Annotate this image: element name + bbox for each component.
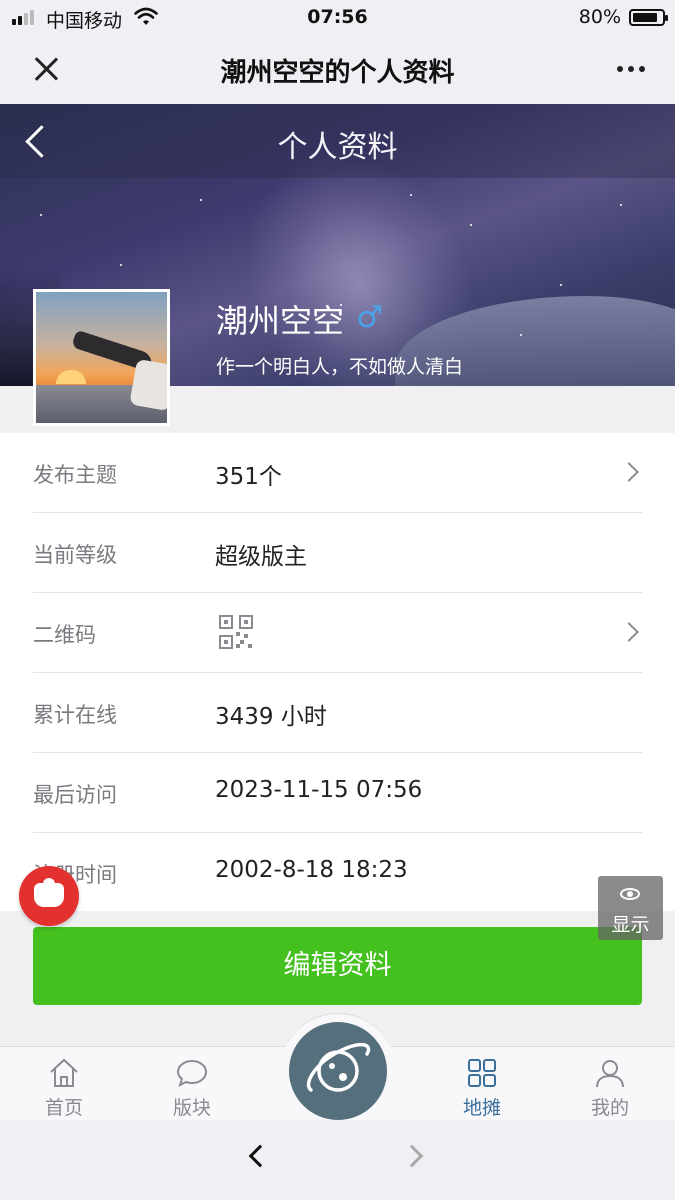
row-label: 二维码 bbox=[33, 623, 96, 647]
clock: 07:56 bbox=[307, 6, 368, 28]
profile-info-list: 发布主题 351个 当前等级 超级版主 二维码 累计在线 3439 小时 最后访… bbox=[0, 433, 675, 911]
planet-icon bbox=[306, 1042, 371, 1092]
chevron-right-icon bbox=[619, 622, 639, 642]
row-value: 超级版主 bbox=[215, 544, 307, 570]
row-value: 2002-8-18 18:23 bbox=[215, 857, 408, 883]
browser-forward-icon[interactable] bbox=[400, 1144, 424, 1168]
browser-back-icon[interactable] bbox=[248, 1144, 272, 1168]
wechat-nav-bar: 潮州空空的个人资料 bbox=[0, 36, 675, 104]
row-value: 3439 小时 bbox=[215, 704, 327, 730]
floating-shirt-button[interactable] bbox=[19, 866, 79, 926]
profile-signature: 作一个明白人，不如做人清白 bbox=[216, 356, 464, 378]
tab-market[interactable]: 地摊 bbox=[434, 1047, 530, 1121]
tab-mine[interactable]: 我的 bbox=[562, 1047, 658, 1121]
chat-bubble-icon bbox=[176, 1059, 208, 1087]
tab-label: 首页 bbox=[44, 1097, 83, 1119]
inner-header-title: 个人资料 bbox=[277, 130, 398, 165]
browser-toolbar bbox=[0, 1120, 675, 1200]
row-label: 当前等级 bbox=[33, 543, 117, 567]
row-value: 2023-11-15 07:56 bbox=[215, 777, 423, 803]
grid-icon bbox=[468, 1059, 496, 1087]
info-row-topics[interactable]: 发布主题 351个 bbox=[33, 433, 642, 513]
qr-code-icon bbox=[219, 615, 253, 649]
info-row-last-visit: 最后访问 2023-11-15 07:56 bbox=[33, 753, 642, 833]
tab-discover-button[interactable] bbox=[289, 1022, 387, 1120]
page-title: 潮州空空的个人资料 bbox=[220, 58, 455, 88]
info-row-qrcode[interactable]: 二维码 bbox=[33, 593, 642, 673]
info-row-register: 注册时间 2002-8-18 18:23 bbox=[33, 833, 642, 913]
show-button[interactable]: 显示 bbox=[598, 876, 663, 940]
tab-label: 地摊 bbox=[462, 1097, 501, 1119]
battery-percent: 80% bbox=[578, 6, 621, 28]
home-icon bbox=[50, 1058, 78, 1087]
tab-forums[interactable]: 版块 bbox=[144, 1047, 240, 1121]
tab-label: 我的 bbox=[590, 1097, 629, 1119]
battery-icon bbox=[629, 9, 668, 26]
male-gender-icon: ♂ bbox=[356, 300, 383, 335]
status-bar: 中国移动 07:56 80% bbox=[0, 0, 675, 36]
profile-name: 潮州空空 bbox=[216, 302, 345, 340]
row-label: 累计在线 bbox=[33, 703, 117, 727]
show-button-label: 显示 bbox=[611, 914, 650, 936]
eye-icon bbox=[620, 888, 640, 900]
tab-home[interactable]: 首页 bbox=[16, 1047, 112, 1121]
row-label: 最后访问 bbox=[33, 783, 117, 807]
tab-label: 版块 bbox=[172, 1097, 211, 1119]
edit-profile-button[interactable]: 编辑资料 bbox=[33, 927, 642, 1005]
chevron-right-icon bbox=[619, 462, 639, 482]
avatar[interactable] bbox=[33, 289, 170, 426]
row-value: 351个 bbox=[215, 464, 282, 490]
row-label: 发布主题 bbox=[33, 463, 117, 487]
info-row-online: 累计在线 3439 小时 bbox=[33, 673, 642, 753]
more-icon[interactable] bbox=[617, 66, 645, 72]
user-icon bbox=[596, 1060, 624, 1088]
info-row-level: 当前等级 超级版主 bbox=[33, 513, 642, 593]
